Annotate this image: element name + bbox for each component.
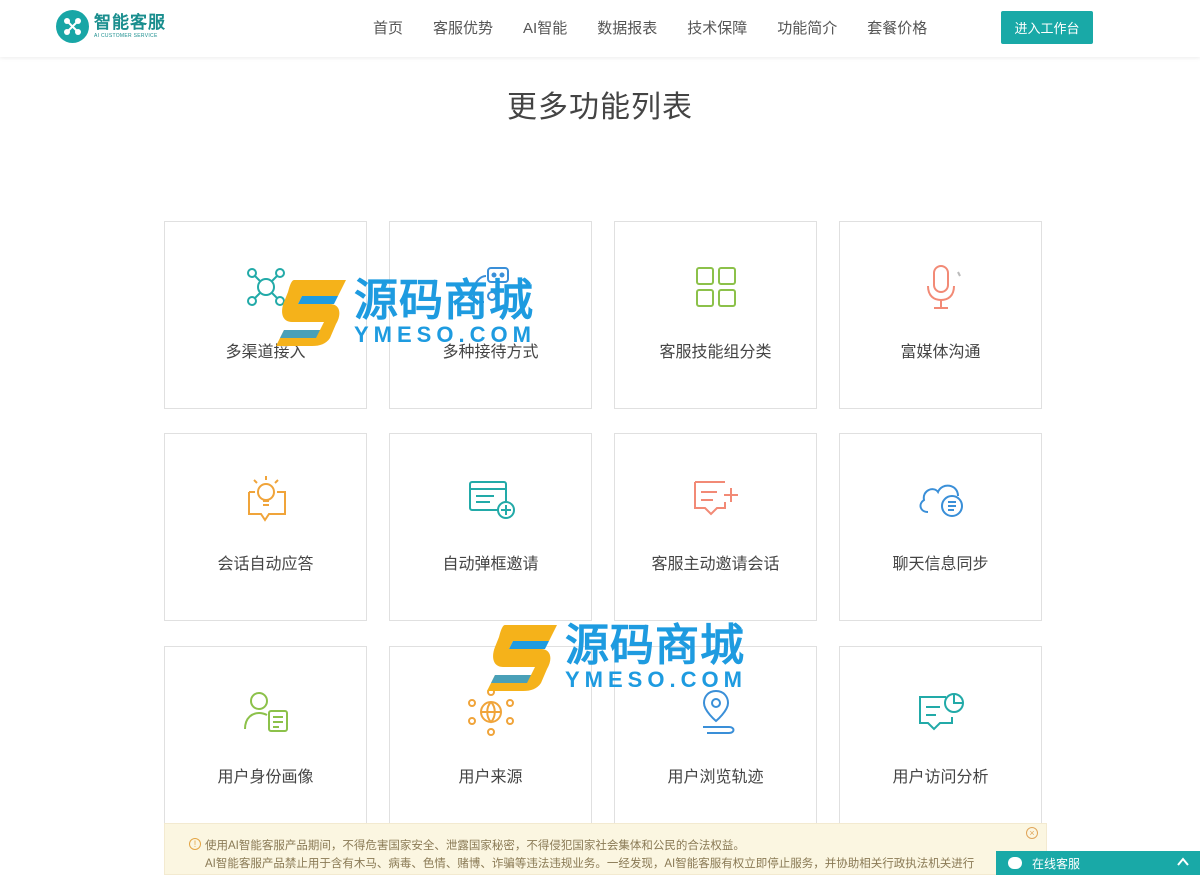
logo-icon [56,10,89,43]
feature-label: 多渠道接入 [225,344,306,361]
logo[interactable]: 智能客服 AI CUSTOMER SERVICE [56,10,166,43]
message-plus-icon [694,481,738,516]
cloud-sync-icon [919,484,963,517]
feature-label: 多种接待方式 [442,344,539,361]
feature-label: 用户浏览轨迹 [667,769,764,786]
network-icon [247,268,285,306]
chart-message-icon [919,693,964,731]
feature-card[interactable]: 客服主动邀请会话 [614,433,817,621]
feature-label: 客服技能组分类 [659,344,772,361]
feature-label: 用户来源 [458,769,523,786]
feature-card[interactable]: 用户身份画像 [164,646,367,834]
chat-bubble-icon [1008,857,1022,869]
feature-card[interactable]: 会话自动应答 [164,433,367,621]
nav-reports[interactable]: 数据报表 [582,0,672,57]
feature-card[interactable]: 自动弹框邀请 [389,433,592,621]
nav-features[interactable]: 功能简介 [762,0,852,57]
feature-card[interactable]: 多种接待方式 [389,221,592,409]
feature-label: 客服主动邀请会话 [651,556,780,573]
online-service-button[interactable]: 在线客服 [996,851,1200,875]
main-nav: 首页 客服优势 AI智能 数据报表 技术保障 功能简介 套餐价格 [358,0,942,57]
nav-advantages[interactable]: 客服优势 [418,0,508,57]
lightbulb-icon [248,476,286,522]
feature-label: 用户身份画像 [217,769,314,786]
nav-pricing[interactable]: 套餐价格 [852,0,942,57]
online-service-label: 在线客服 [1032,856,1081,871]
robot-chat-icon [473,267,509,303]
feature-label: 用户访问分析 [892,769,989,786]
feature-card[interactable]: 用户访问分析 [839,646,1042,834]
feature-label: 聊天信息同步 [892,556,989,573]
nav-home[interactable]: 首页 [358,0,418,57]
top-navigation-bar: 智能客服 AI CUSTOMER SERVICE 首页 客服优势 AI智能 数据… [0,0,1200,57]
chevron-up-icon[interactable] [1176,855,1190,869]
grid-icon [696,267,736,307]
feature-card[interactable]: 多渠道接入 [164,221,367,409]
info-icon: ! [189,838,201,850]
feature-card[interactable]: 用户浏览轨迹 [614,646,817,834]
logo-subtitle: AI CUSTOMER SERVICE [94,33,158,39]
enter-workspace-button[interactable]: 进入工作台 [1001,11,1093,44]
feature-card[interactable]: 客服技能组分类 [614,221,817,409]
feature-label: 富媒体沟通 [900,344,981,361]
user-id-icon [244,692,288,732]
feature-card[interactable]: 用户来源 [389,646,592,834]
window-plus-icon [469,481,515,519]
nav-ai[interactable]: AI智能 [508,0,582,57]
close-icon[interactable]: × [1026,827,1038,839]
page-title: 更多功能列表 [507,91,693,124]
nav-tech-support[interactable]: 技术保障 [672,0,762,57]
feature-card[interactable]: 富媒体沟通 [839,221,1042,409]
compliance-notice: ! 使用AI智能客服产品期间，不得危害国家安全、泄露国家秘密，不得侵犯国家社会集… [164,823,1047,875]
notice-line-2: AI智能客服产品禁止用于含有木马、病毒、色情、赌博、诈骗等违法违规业务。一经发现… [205,858,975,870]
feature-label: 自动弹框邀请 [442,556,539,573]
globe-network-icon [468,688,514,736]
logo-title: 智能客服 [94,13,166,32]
microphone-icon [927,265,961,309]
location-track-icon [702,689,735,734]
feature-card[interactable]: 聊天信息同步 [839,433,1042,621]
notice-line-1: 使用AI智能客服产品期间，不得危害国家安全、泄露国家秘密，不得侵犯国家社会集体和… [205,840,745,852]
feature-label: 会话自动应答 [217,556,314,573]
